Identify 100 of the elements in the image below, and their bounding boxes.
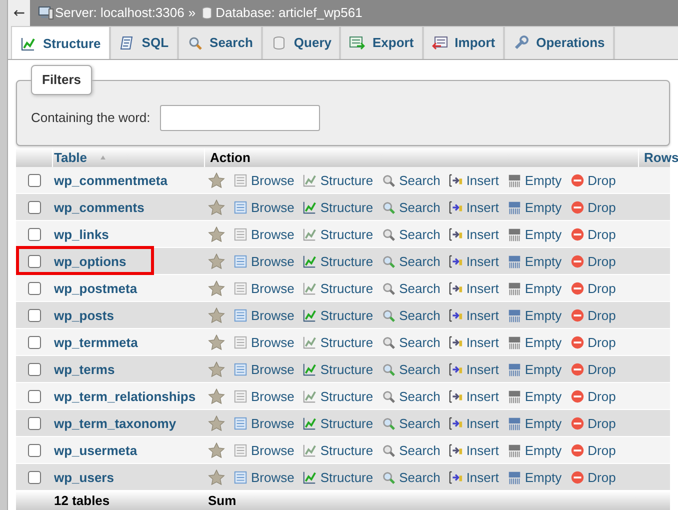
back-button[interactable]: [8, 0, 30, 26]
action-link[interactable]: Empty: [506, 360, 562, 380]
action-link[interactable]: Insert: [448, 224, 499, 244]
action-link[interactable]: Structure: [302, 386, 374, 406]
action-link[interactable]: Empty: [506, 224, 562, 244]
action-link[interactable]: Empty: [506, 170, 562, 190]
table-name-link[interactable]: wp_links: [52, 224, 109, 244]
tab[interactable]: Search: [178, 26, 262, 59]
action-link[interactable]: Search: [381, 198, 440, 218]
action-link[interactable]: Browse: [233, 468, 294, 488]
action-link[interactable]: Browse: [233, 198, 294, 218]
table-name-link[interactable]: wp_term_taxonomy: [52, 414, 176, 434]
action-link[interactable]: Search: [381, 306, 440, 326]
tab[interactable]: SQL: [110, 26, 178, 59]
action-link[interactable]: Insert: [448, 170, 499, 190]
action-link[interactable]: Search: [381, 278, 440, 298]
action-link[interactable]: Insert: [448, 360, 499, 380]
action-link[interactable]: Search: [381, 414, 440, 434]
action-link[interactable]: Structure: [302, 306, 374, 326]
action-link[interactable]: Drop: [570, 170, 616, 190]
action-link[interactable]: Structure: [302, 252, 374, 272]
action-link[interactable]: Structure: [302, 332, 374, 352]
action-link[interactable]: Browse: [233, 440, 294, 460]
action-link[interactable]: Search: [381, 332, 440, 352]
row-checkbox[interactable]: [28, 336, 40, 349]
action-link[interactable]: Empty: [506, 386, 562, 406]
tab[interactable]: Operations: [504, 26, 614, 59]
action-link[interactable]: Search: [381, 224, 440, 244]
row-checkbox[interactable]: [28, 255, 40, 268]
row-checkbox[interactable]: [28, 282, 40, 295]
table-name-link[interactable]: wp_options: [52, 252, 126, 272]
action-link[interactable]: Insert: [448, 278, 499, 298]
table-name-link[interactable]: wp_postmeta: [52, 278, 138, 298]
action-link[interactable]: Browse: [233, 386, 294, 406]
action-link[interactable]: Empty: [506, 440, 562, 460]
table-name-link[interactable]: wp_usermeta: [52, 440, 138, 460]
action-link[interactable]: Search: [381, 468, 440, 488]
action-link[interactable]: Browse: [233, 306, 294, 326]
action-link[interactable]: Search: [381, 386, 440, 406]
table-name-link[interactable]: wp_termmeta: [52, 332, 138, 352]
action-link[interactable]: Insert: [448, 306, 499, 326]
database-link[interactable]: Database: articlef_wp561: [216, 3, 362, 23]
action-link[interactable]: Insert: [448, 252, 499, 272]
action-link[interactable]: Insert: [448, 414, 499, 434]
row-checkbox[interactable]: [28, 363, 40, 376]
action-link[interactable]: Empty: [506, 332, 562, 352]
action-link[interactable]: Browse: [233, 278, 294, 298]
action-link[interactable]: Drop: [570, 360, 616, 380]
table-name-link[interactable]: wp_terms: [52, 360, 115, 380]
row-checkbox[interactable]: [28, 309, 40, 322]
action-link[interactable]: Browse: [233, 414, 294, 434]
action-link[interactable]: Structure: [302, 414, 374, 434]
row-checkbox[interactable]: [28, 471, 40, 484]
action-link[interactable]: Empty: [506, 252, 562, 272]
column-header[interactable]: Table: [54, 148, 87, 168]
action-link[interactable]: Drop: [570, 386, 616, 406]
action-link[interactable]: Insert: [448, 468, 499, 488]
action-link[interactable]: Search: [381, 252, 440, 272]
action-link[interactable]: Structure: [302, 360, 374, 380]
tab[interactable]: Query: [262, 26, 340, 59]
action-link[interactable]: Search: [381, 170, 440, 190]
action-link[interactable]: Drop: [570, 278, 616, 298]
table-name-link[interactable]: wp_users: [52, 468, 114, 488]
action-link[interactable]: Structure: [302, 440, 374, 460]
action-link[interactable]: Drop: [570, 224, 616, 244]
action-link[interactable]: Insert: [448, 386, 499, 406]
table-name-link[interactable]: wp_commentmeta: [52, 170, 168, 190]
action-link[interactable]: Structure: [302, 198, 374, 218]
row-checkbox[interactable]: [28, 228, 40, 241]
action-link[interactable]: Empty: [506, 468, 562, 488]
row-checkbox[interactable]: [28, 201, 40, 214]
tab[interactable]: Import: [422, 26, 504, 59]
action-link[interactable]: Structure: [302, 224, 374, 244]
action-link[interactable]: Browse: [233, 224, 294, 244]
table-name-link[interactable]: wp_term_relationships: [52, 386, 196, 406]
action-link[interactable]: Structure: [302, 468, 374, 488]
filter-input[interactable]: [160, 105, 320, 131]
row-checkbox[interactable]: [28, 174, 40, 187]
row-checkbox[interactable]: [28, 390, 40, 403]
action-link[interactable]: Browse: [233, 252, 294, 272]
action-link[interactable]: Drop: [570, 440, 616, 460]
server-link[interactable]: Server: localhost:3306: [55, 3, 184, 23]
action-link[interactable]: Drop: [570, 252, 616, 272]
action-link[interactable]: Insert: [448, 332, 499, 352]
action-link[interactable]: Drop: [570, 198, 616, 218]
action-link[interactable]: Drop: [570, 306, 616, 326]
action-link[interactable]: Search: [381, 360, 440, 380]
table-name-link[interactable]: wp_comments: [52, 198, 144, 218]
action-link[interactable]: Structure: [302, 170, 374, 190]
action-link[interactable]: Drop: [570, 414, 616, 434]
action-link[interactable]: Empty: [506, 278, 562, 298]
action-link[interactable]: Browse: [233, 170, 294, 190]
action-link[interactable]: Search: [381, 440, 440, 460]
action-link[interactable]: Insert: [448, 440, 499, 460]
row-checkbox[interactable]: [28, 444, 40, 457]
tab[interactable]: Structure: [11, 26, 110, 59]
action-link[interactable]: Browse: [233, 332, 294, 352]
row-checkbox[interactable]: [28, 417, 40, 430]
action-link[interactable]: Empty: [506, 306, 562, 326]
action-link[interactable]: Insert: [448, 198, 499, 218]
